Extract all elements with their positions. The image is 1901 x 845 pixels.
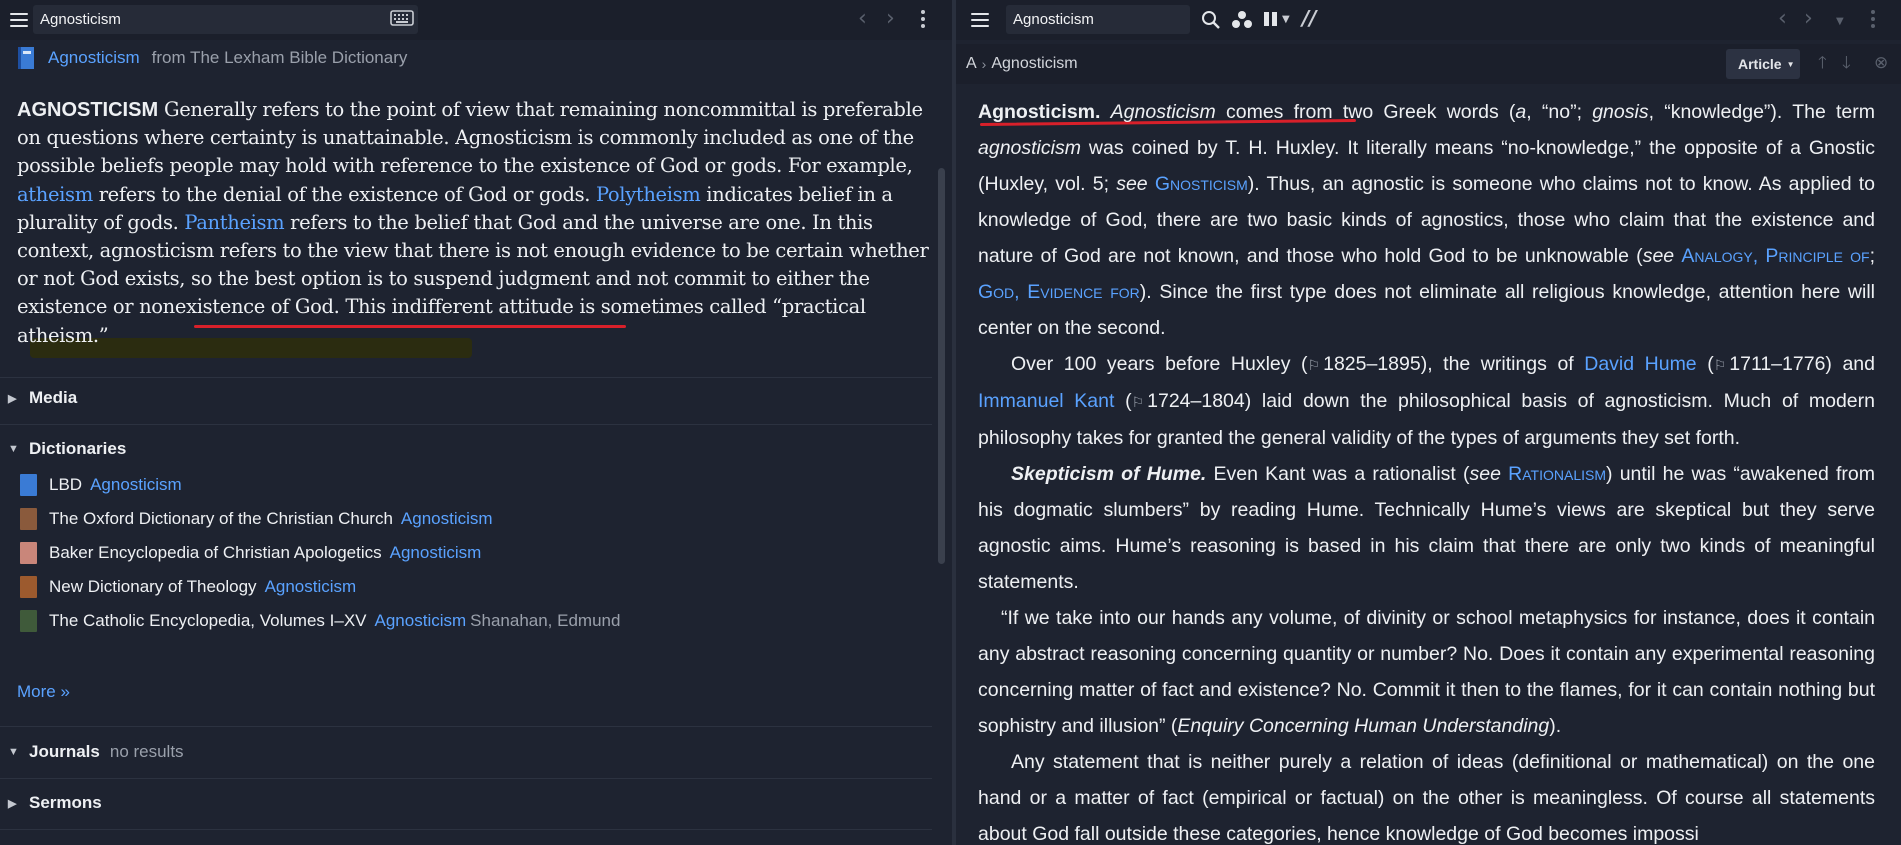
flag-icon[interactable]: ⚐ xyxy=(1308,357,1321,373)
section-sermons[interactable]: ▶ Sermons xyxy=(0,783,932,823)
dictionary-title[interactable]: LBD xyxy=(49,475,82,495)
paragraph: Skepticism of Hume. Even Kant was a rati… xyxy=(978,463,1875,593)
journals-status: no results xyxy=(109,742,184,761)
dictionary-author: Shanahan, Edmund xyxy=(470,611,621,630)
more-link[interactable]: More » xyxy=(17,682,70,702)
parallel-icon[interactable]: // xyxy=(1302,8,1317,28)
dictionary-item[interactable]: LBD Agnosticism xyxy=(20,470,182,500)
chevron-down-icon[interactable]: ▼ xyxy=(1282,10,1290,30)
caret-right-icon: ▶ xyxy=(8,392,17,405)
gnosticism-link[interactable]: Gnosticism xyxy=(1155,173,1248,195)
dictionary-entry-link[interactable]: Agnosticism xyxy=(90,475,182,495)
keyboard-icon[interactable] xyxy=(390,10,414,31)
dictionary-entry-link[interactable]: Agnosticism xyxy=(265,577,357,597)
polytheism-link[interactable]: Polytheism xyxy=(596,183,701,206)
search-input[interactable]: Agnosticism xyxy=(33,5,418,34)
book-cover-icon xyxy=(20,508,37,530)
book-cover-icon xyxy=(20,542,37,564)
search-icon[interactable] xyxy=(1201,10,1221,35)
dictionary-item[interactable]: The Catholic Encyclopedia, Volumes I–XV A… xyxy=(20,606,620,636)
left-toolbar: Agnosticism ‹ › xyxy=(0,0,952,40)
chevron-down-icon[interactable]: ▼ xyxy=(1836,12,1844,32)
arrow-down-icon[interactable]: 🡓 xyxy=(1842,53,1851,73)
caret-down-icon: ▼ xyxy=(8,443,19,455)
section-journals[interactable]: ▼ Journals no results xyxy=(0,732,932,772)
dictionary-item[interactable]: New Dictionary of Theology Agnosticism xyxy=(20,572,356,602)
immanuel-kant-link[interactable]: Immanuel Kant xyxy=(978,390,1114,412)
arrow-up-icon[interactable]: 🡑 xyxy=(1818,53,1827,73)
divider xyxy=(0,829,932,830)
section-title: Dictionaries xyxy=(29,439,127,458)
book-cover-icon xyxy=(20,576,37,598)
section-heading: Skepticism of Hume. xyxy=(1011,463,1207,485)
david-hume-link[interactable]: David Hume xyxy=(1584,353,1696,375)
divider xyxy=(0,424,932,425)
forward-icon[interactable]: › xyxy=(1804,8,1813,30)
atheism-link[interactable]: atheism xyxy=(17,183,93,206)
right-toolbar: Agnosticism ▼ // ‹ › ▼ xyxy=(956,0,1901,40)
section-title: Media xyxy=(29,388,78,407)
forward-icon[interactable]: › xyxy=(886,8,895,30)
article-dropdown-button[interactable]: Article ▼ xyxy=(1726,49,1800,79)
menu-icon[interactable] xyxy=(971,13,989,27)
section-title: Sermons xyxy=(29,793,102,812)
god-evidence-link[interactable]: God, Evidence for xyxy=(978,281,1140,303)
breadcrumb-item[interactable]: A xyxy=(966,55,977,73)
article-body: Agnosticism. Agnosticism comes from two … xyxy=(978,94,1875,845)
book-cover-icon xyxy=(20,610,37,632)
people-icon[interactable] xyxy=(1231,10,1253,35)
more-options-icon[interactable] xyxy=(1870,9,1876,34)
paragraph: Any statement that is neither purely a r… xyxy=(978,751,1875,845)
chevron-right-icon: › xyxy=(981,56,987,72)
chevron-down-icon: ▼ xyxy=(1786,60,1795,70)
dictionary-entry-link[interactable]: Agnosticism xyxy=(401,509,493,529)
flag-icon[interactable]: ⚐ xyxy=(1132,394,1145,410)
left-pane: Agnosticism ‹ › Agnosticism from The Lex… xyxy=(0,0,952,845)
rationalism-link[interactable]: Rationalism xyxy=(1508,463,1606,485)
dictionary-entry-link[interactable]: Agnosticism xyxy=(375,611,467,631)
annotation-underline xyxy=(194,325,626,328)
dictionary-item[interactable]: The Oxford Dictionary of the Christian C… xyxy=(20,504,493,534)
dictionary-item[interactable]: Baker Encyclopedia of Christian Apologet… xyxy=(20,538,481,568)
dictionary-entry-link[interactable]: Agnosticism xyxy=(390,543,482,563)
dictionary-title[interactable]: New Dictionary of Theology xyxy=(49,577,257,597)
divider xyxy=(0,726,932,727)
section-title: Journals xyxy=(29,742,100,761)
close-icon[interactable]: ⊗ xyxy=(1874,53,1888,73)
caret-right-icon: ▶ xyxy=(8,797,17,810)
article-headword: Agnosticism. xyxy=(978,101,1101,123)
flag-icon[interactable]: ⚐ xyxy=(1714,357,1727,373)
caret-down-icon: ▼ xyxy=(8,746,19,758)
panel-layout-icon[interactable] xyxy=(1262,10,1280,33)
breadcrumb-item[interactable]: Agnosticism xyxy=(991,55,1077,73)
divider xyxy=(0,778,932,779)
search-input[interactable]: Agnosticism xyxy=(1006,5,1190,34)
section-media[interactable]: ▶ Media xyxy=(0,378,932,418)
book-icon xyxy=(18,47,34,69)
back-icon[interactable]: ‹ xyxy=(1778,8,1787,30)
right-pane: Agnosticism ▼ // ‹ › ▼ A › Agnosticism A… xyxy=(956,0,1901,845)
article-preview: AGNOSTICISM Generally refers to the poin… xyxy=(17,96,929,350)
dictionary-title[interactable]: Baker Encyclopedia of Christian Apologet… xyxy=(49,543,382,563)
paragraph: Agnosticism. Agnosticism comes from two … xyxy=(978,101,1875,339)
more-options-icon[interactable] xyxy=(920,9,926,34)
menu-icon[interactable] xyxy=(10,13,28,27)
quote-paragraph: “If we take into our hands any volume, o… xyxy=(978,607,1875,737)
scrollbar[interactable] xyxy=(938,168,945,564)
section-dictionaries[interactable]: ▼ Dictionaries xyxy=(0,429,932,469)
article-button-label: Article xyxy=(1738,56,1782,72)
paragraph: Over 100 years before Huxley (⚐ 1825–1895… xyxy=(978,353,1875,449)
breadcrumb: A › Agnosticism Article ▼ 🡑 🡓 ⊗ xyxy=(956,44,1901,84)
resource-header: Agnosticism from The Lexham Bible Dictio… xyxy=(18,46,407,70)
resource-title-link[interactable]: Agnosticism xyxy=(48,48,140,68)
article-text: refers to the denial of the existence of… xyxy=(92,182,596,206)
article-headword: AGNOSTICISM xyxy=(17,99,159,121)
dictionary-title[interactable]: The Catholic Encyclopedia, Volumes I–XV xyxy=(49,611,367,631)
resource-source: from The Lexham Bible Dictionary xyxy=(151,48,408,67)
pantheism-link[interactable]: Pantheism xyxy=(184,211,284,234)
dictionary-title[interactable]: The Oxford Dictionary of the Christian C… xyxy=(49,509,393,529)
book-cover-icon xyxy=(20,474,37,496)
analogy-link[interactable]: Anal­ogy, Principle of xyxy=(1681,245,1869,267)
back-icon[interactable]: ‹ xyxy=(858,8,867,30)
